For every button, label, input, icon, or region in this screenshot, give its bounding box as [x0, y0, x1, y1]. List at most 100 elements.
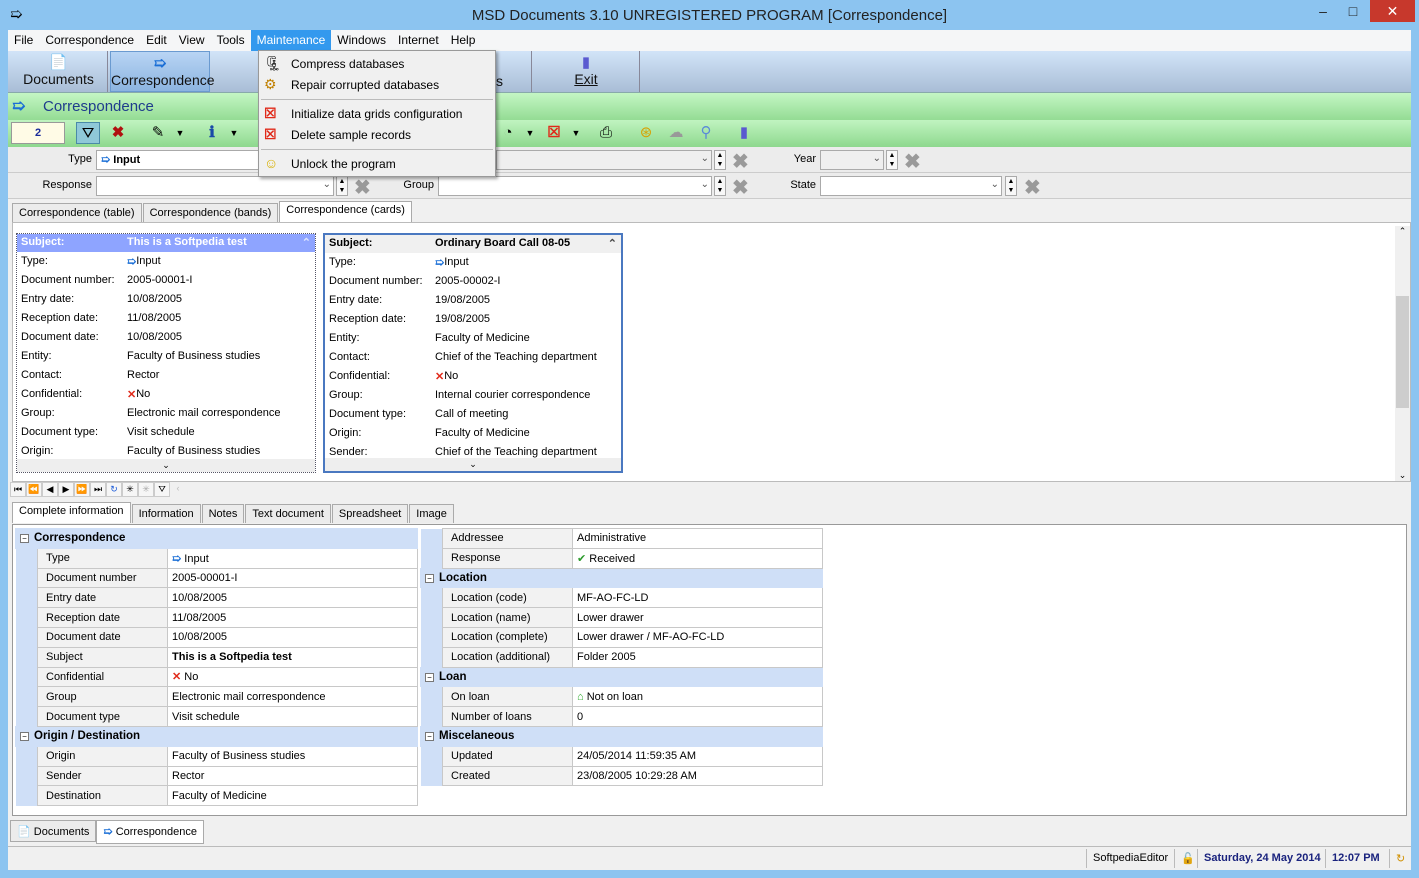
close-button[interactable]: ✕ — [1370, 0, 1415, 22]
group-spinner[interactable]: ▲ ▼ — [714, 176, 726, 196]
menu-edit[interactable]: Edit — [140, 30, 173, 51]
group-select[interactable]: ⌄ — [438, 176, 712, 196]
exit-door-icon[interactable]: ▮ — [732, 122, 756, 144]
minimize-button[interactable]: – — [1308, 0, 1338, 22]
window-tab-documents[interactable]: 📄 Documents — [10, 820, 97, 842]
tab-detail-5[interactable]: Image — [409, 504, 454, 523]
year-select[interactable]: ⌄ — [820, 150, 884, 170]
year-spinner[interactable]: ▲ ▼ — [886, 150, 898, 170]
expand-icon[interactable]: ⌄ — [17, 459, 315, 472]
clear-state-icon[interactable]: ✖ — [1024, 175, 1041, 200]
prev-page-button[interactable]: ⏪ — [26, 482, 42, 497]
menu-item-delete-samples[interactable]: ☒ Delete sample records — [259, 125, 495, 145]
hidden-module-button-2[interactable]: s — [496, 51, 532, 92]
clear-filter-icon[interactable]: ✖ — [732, 149, 749, 174]
collapse-icon[interactable]: ⌃ — [608, 237, 617, 251]
cloud-icon[interactable]: ☁ — [664, 122, 688, 144]
delete-record-icon[interactable]: ✳ — [138, 482, 154, 497]
magnifier-icon[interactable]: ⚲ — [694, 122, 718, 144]
first-record-button[interactable]: ⏮ — [10, 482, 26, 497]
tab-view-0[interactable]: Correspondence (table) — [12, 203, 142, 222]
edit-icon[interactable]: ✎ — [146, 122, 170, 144]
card-field-value: Visit schedule — [127, 426, 195, 438]
reminder-dropdown-arrow[interactable]: ▼ — [518, 122, 542, 144]
type-select[interactable]: ➯ Input — [96, 150, 262, 170]
maximize-button[interactable]: □ — [1338, 0, 1368, 22]
clear-group-icon[interactable]: ✖ — [732, 175, 749, 200]
record-card[interactable]: Subject: This is a Softpedia test ⌃ Type: ➯ … — [16, 233, 316, 473]
card-field-label: Group: — [329, 389, 363, 401]
collapse-icon[interactable]: − — [20, 732, 29, 742]
vertical-scrollbar[interactable]: ⌃ ⌄ — [1395, 226, 1410, 481]
menu-maintenance[interactable]: Maintenance — [250, 30, 332, 51]
menu-windows[interactable]: Windows — [331, 30, 392, 51]
scroll-thumb[interactable] — [1396, 296, 1409, 408]
menu-internet[interactable]: Internet — [392, 30, 445, 51]
group-header[interactable]: − Origin / Destination — [15, 725, 418, 747]
scroll-up-arrow[interactable]: ⌃ — [1395, 226, 1410, 237]
window-tab-correspondence[interactable]: ➯ Correspondence — [96, 820, 205, 844]
menu-item-repair-databases[interactable]: ⚙ Repair corrupted databases — [259, 75, 495, 95]
prev-record-button[interactable]: ◀ — [42, 482, 58, 497]
calendar-delete-icon[interactable]: ☒ — [542, 122, 566, 144]
menu-help[interactable]: Help — [445, 30, 482, 51]
info-dropdown-arrow[interactable]: ▼ — [222, 122, 246, 144]
filter-select[interactable]: ⌄ — [496, 150, 712, 170]
menu-view[interactable]: View — [173, 30, 211, 51]
state-select[interactable]: ⌄ — [820, 176, 1002, 196]
print-icon[interactable]: ⎙ — [594, 122, 618, 144]
tab-view-2[interactable]: Correspondence (cards) — [279, 201, 412, 222]
collapse-icon[interactable]: ⌃ — [302, 236, 311, 250]
exit-button[interactable]: ▮ Exit — [533, 51, 640, 92]
response-spinner[interactable]: ▲ ▼ — [336, 176, 348, 196]
collapse-icon[interactable]: − — [425, 573, 434, 583]
menu-tools[interactable]: Tools — [211, 30, 251, 51]
tab-detail-3[interactable]: Text document — [245, 504, 331, 523]
tab-detail-1[interactable]: Information — [131, 504, 201, 523]
menu-item-compress-databases[interactable]: 🗜 Compress databases — [259, 54, 495, 74]
group-header[interactable]: − Location — [420, 567, 823, 589]
expand-icon[interactable]: ⌄ — [325, 458, 621, 471]
property-value: 11/08/2005 — [167, 607, 418, 628]
next-record-button[interactable]: ▶ — [58, 482, 74, 497]
next-page-button[interactable]: ⏩ — [74, 482, 90, 497]
insert-record-icon[interactable]: ✳ — [122, 482, 138, 497]
update-icon[interactable]: ↻ — [1389, 849, 1411, 868]
group-header[interactable]: − Miscelaneous — [420, 725, 823, 747]
calendar-dropdown-arrow[interactable]: ▼ — [564, 122, 588, 144]
delete-icon[interactable]: ✖ — [106, 122, 130, 144]
correspondence-button[interactable]: ➯ Correspondence — [110, 51, 215, 92]
binoculars-icon[interactable]: ⊛ — [634, 122, 658, 144]
info-icon[interactable]: ℹ — [200, 122, 224, 144]
scroll-down-arrow[interactable]: ⌄ — [1395, 470, 1410, 481]
collapse-icon[interactable]: − — [20, 534, 29, 544]
clear-response-icon[interactable]: ✖ — [354, 175, 371, 200]
tab-detail-2[interactable]: Notes — [201, 504, 245, 523]
filter-funnel-icon[interactable]: ⛛ — [76, 122, 100, 144]
filter-icon[interactable]: ⛛ — [154, 482, 170, 497]
filter-spinner[interactable]: ▲ ▼ — [714, 150, 726, 170]
state-spinner[interactable]: ▲ ▼ — [1005, 176, 1017, 196]
tab-view-1[interactable]: Correspondence (bands) — [142, 203, 279, 222]
menu-item-unlock-program[interactable]: ☺ Unlock the program — [259, 154, 495, 174]
last-record-button[interactable]: ⏭ — [90, 482, 106, 497]
tab-detail-0[interactable]: Complete information — [12, 502, 131, 523]
response-select[interactable]: ⌄ — [96, 176, 334, 196]
group-header[interactable]: − Loan — [420, 666, 823, 688]
property-row: Group Electronic mail correspondence — [15, 686, 418, 708]
documents-button[interactable]: 📄 Documents — [10, 51, 108, 92]
group-header[interactable]: − Correspondence — [15, 528, 418, 549]
menu-item-initialize-grids[interactable]: ☒ Initialize data grids configuration — [259, 104, 495, 124]
menu-correspondence[interactable]: Correspondence — [39, 30, 140, 51]
collapse-icon[interactable]: − — [425, 672, 434, 682]
clear-year-icon[interactable]: ✖ — [904, 149, 921, 174]
tab-detail-4[interactable]: Spreadsheet — [331, 504, 409, 523]
record-card[interactable]: Subject: Ordinary Board Call 08-05 ⌃ Type: ➯… — [323, 233, 623, 473]
menu-file[interactable]: File — [8, 30, 39, 51]
refresh-icon[interactable]: ↻ — [106, 482, 122, 497]
scroll-left-arrow[interactable]: ‹ — [170, 482, 186, 497]
edit-dropdown-arrow[interactable]: ▼ — [168, 122, 192, 144]
group-label: Correspondence — [34, 532, 126, 545]
reminder-clock-icon[interactable]: ◔ — [496, 122, 520, 144]
collapse-icon[interactable]: − — [425, 732, 434, 742]
